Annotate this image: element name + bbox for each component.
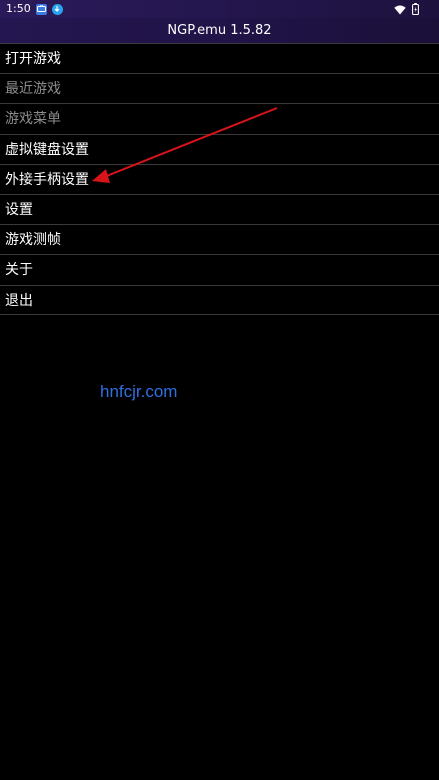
menu-item-gamepad-settings[interactable]: 外接手柄设置 bbox=[0, 163, 439, 194]
menu-item-exit[interactable]: 退出 bbox=[0, 284, 439, 315]
wifi-icon bbox=[394, 0, 406, 19]
menu-item-about[interactable]: 关于 bbox=[0, 254, 439, 284]
status-bar: 1:50 bbox=[0, 0, 439, 18]
title-bar: NGP.emu 1.5.82 bbox=[0, 18, 439, 43]
menu-item-virtual-keyboard-settings[interactable]: 虚拟键盘设置 bbox=[0, 133, 439, 164]
menu-item-settings[interactable]: 设置 bbox=[0, 193, 439, 224]
tv-app-icon bbox=[35, 3, 47, 15]
app-title: NGP.emu 1.5.82 bbox=[167, 23, 272, 38]
main-menu: 打开游戏 最近游戏 游戏菜单 虚拟键盘设置 外接手柄设置 设置 游戏测帧 关于 … bbox=[0, 43, 439, 315]
status-time: 1:50 bbox=[6, 2, 31, 15]
menu-item-frame-test[interactable]: 游戏测帧 bbox=[0, 224, 439, 254]
watermark-text: hnfcjr.com bbox=[100, 382, 178, 401]
battery-icon bbox=[412, 0, 419, 19]
status-left: 1:50 bbox=[6, 2, 63, 16]
menu-item-game-menu: 游戏菜单 bbox=[0, 103, 439, 133]
status-right bbox=[394, 2, 419, 16]
menu-item-open-game[interactable]: 打开游戏 bbox=[0, 43, 439, 73]
download-icon bbox=[51, 3, 63, 15]
menu-item-recent-games: 最近游戏 bbox=[0, 73, 439, 103]
